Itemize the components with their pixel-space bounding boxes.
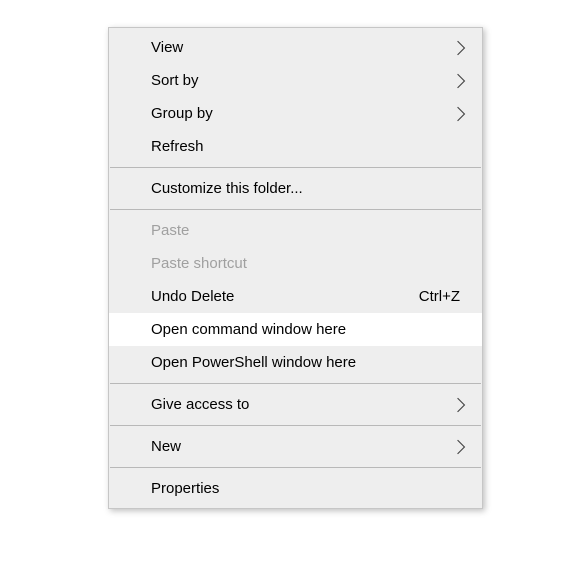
menu-item-group-by[interactable]: Group by	[109, 97, 482, 130]
menu-label: Refresh	[151, 138, 468, 155]
menu-item-sort-by[interactable]: Sort by	[109, 64, 482, 97]
chevron-right-icon	[454, 74, 468, 88]
menu-item-customize-folder[interactable]: Customize this folder...	[109, 172, 482, 205]
chevron-right-icon	[454, 398, 468, 412]
chevron-right-icon	[454, 41, 468, 55]
chevron-right-icon	[454, 107, 468, 121]
menu-label: Customize this folder...	[151, 180, 468, 197]
menu-separator	[110, 209, 481, 210]
menu-item-paste-shortcut: Paste shortcut	[109, 247, 482, 280]
menu-separator	[110, 467, 481, 468]
menu-separator	[110, 383, 481, 384]
menu-label: Paste	[151, 222, 468, 239]
menu-label: Group by	[151, 105, 454, 122]
chevron-right-icon	[454, 440, 468, 454]
menu-label: Paste shortcut	[151, 255, 468, 272]
menu-label: Open PowerShell window here	[151, 354, 468, 371]
menu-label: Sort by	[151, 72, 454, 89]
menu-item-open-powershell-window[interactable]: Open PowerShell window here	[109, 346, 482, 379]
menu-shortcut: Ctrl+Z	[419, 288, 460, 305]
menu-item-properties[interactable]: Properties	[109, 472, 482, 505]
menu-separator	[110, 167, 481, 168]
menu-label: Properties	[151, 480, 468, 497]
menu-label: Undo Delete	[151, 288, 419, 305]
menu-item-new[interactable]: New	[109, 430, 482, 463]
menu-label: New	[151, 438, 454, 455]
menu-item-view[interactable]: View	[109, 31, 482, 64]
context-menu: View Sort by Group by Refresh Customize …	[108, 27, 483, 509]
menu-item-give-access-to[interactable]: Give access to	[109, 388, 482, 421]
menu-label: Give access to	[151, 396, 454, 413]
menu-item-refresh[interactable]: Refresh	[109, 130, 482, 163]
menu-label: Open command window here	[151, 321, 468, 338]
menu-item-undo-delete[interactable]: Undo Delete Ctrl+Z	[109, 280, 482, 313]
menu-item-paste: Paste	[109, 214, 482, 247]
menu-separator	[110, 425, 481, 426]
menu-item-open-command-window[interactable]: Open command window here	[109, 313, 482, 346]
menu-label: View	[151, 39, 454, 56]
